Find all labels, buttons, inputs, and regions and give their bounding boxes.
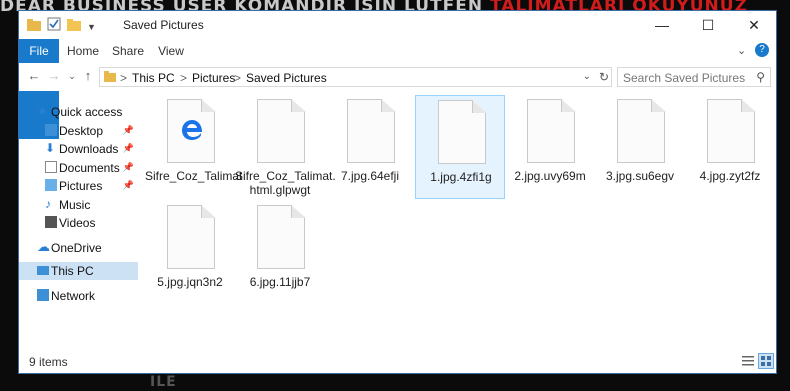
cloud-icon: ☁: [37, 239, 50, 254]
breadcrumb-separator: >: [120, 71, 128, 85]
file-item[interactable]: 3.jpg.su6egv: [595, 99, 685, 199]
details-view-icon[interactable]: [741, 354, 755, 368]
item-count: 9 items: [29, 355, 68, 369]
maximize-button[interactable]: ☐: [685, 11, 731, 39]
tab-home[interactable]: Home: [63, 39, 103, 63]
file-item[interactable]: 7.jpg.64efji: [325, 99, 415, 199]
computer-icon: [37, 266, 49, 275]
edge-icon: [179, 117, 205, 143]
large-icons-view-icon[interactable]: [758, 353, 774, 369]
nav-network[interactable]: Network: [19, 287, 138, 305]
star-icon: ★: [37, 104, 48, 118]
pin-icon[interactable]: 📌: [123, 143, 134, 154]
document-icon: [45, 161, 57, 173]
pin-icon[interactable]: 📌: [123, 162, 134, 173]
file-item[interactable]: 5.jpg.jqn3n2: [145, 205, 235, 305]
file-name: Sifre_Coz_Talimat: [145, 169, 243, 183]
navigation-pane: ★ Quick access Desktop 📌 ⬇ Downloads 📌 D…: [19, 91, 138, 351]
up-button[interactable]: ↑: [79, 68, 97, 83]
video-icon: [45, 216, 57, 228]
nav-item-videos[interactable]: Videos: [19, 214, 138, 232]
file-list: Sifre_Coz_Talimat Sifre_Coz_Talimat. htm…: [139, 91, 776, 351]
file-item[interactable]: Sifre_Coz_Talimat: [145, 99, 243, 199]
picture-icon: [45, 179, 57, 191]
file-name: 2.jpg.uvy69m: [514, 169, 586, 183]
expand-ribbon-icon[interactable]: ⌄: [737, 44, 746, 57]
close-button[interactable]: ✕: [731, 11, 777, 39]
network-icon: [37, 289, 49, 301]
breadcrumb-pictures[interactable]: Pictures: [192, 71, 235, 85]
back-button[interactable]: ←: [25, 68, 43, 83]
file-name: 6.jpg.11jjb7: [249, 275, 311, 289]
search-icon: ⚲: [756, 70, 765, 84]
pin-icon[interactable]: 📌: [123, 125, 134, 136]
tab-share[interactable]: Share: [107, 39, 149, 63]
file-name: Sifre_Coz_Talimat. html.glpwgt: [235, 169, 336, 197]
desktop-icon: [45, 124, 57, 136]
ribbon: File Home Share View ⌄ ?: [19, 39, 776, 139]
file-item[interactable]: Sifre_Coz_Talimat. html.glpwgt: [235, 99, 336, 199]
new-folder-icon[interactable]: [67, 18, 81, 36]
breadcrumb-saved-pictures[interactable]: Saved Pictures: [246, 71, 327, 85]
file-name: 4.jpg.zyt2fz: [699, 169, 761, 183]
nav-item-downloads[interactable]: ⬇ Downloads 📌: [19, 140, 138, 158]
file-name: 7.jpg.64efji: [340, 169, 400, 183]
explorer-window: ▼ Saved Pictures — ☐ ✕ File Home Share V…: [18, 10, 777, 374]
address-dropdown-icon[interactable]: ⌄: [583, 71, 591, 82]
window-title: Saved Pictures: [123, 18, 204, 32]
file-name: 1.jpg.4zfi1g: [430, 170, 492, 184]
file-item[interactable]: 4.jpg.zyt2fz: [685, 99, 775, 199]
music-icon: ♪: [45, 197, 51, 211]
file-item[interactable]: 1.jpg.4zfi1g: [415, 95, 505, 199]
file-item[interactable]: 2.jpg.uvy69m: [505, 99, 595, 199]
nav-onedrive[interactable]: ☁ OneDrive: [19, 239, 138, 257]
status-bar: 9 items: [19, 351, 776, 373]
pin-icon[interactable]: 📌: [123, 180, 134, 191]
file-item[interactable]: 6.jpg.11jjb7: [235, 205, 325, 305]
address-bar[interactable]: > This PC > Pictures > Saved Pictures ⌄: [99, 67, 612, 87]
properties-icon[interactable]: [47, 17, 61, 36]
nav-item-pictures[interactable]: Pictures 📌: [19, 177, 138, 195]
nav-item-documents[interactable]: Documents 📌: [19, 159, 138, 177]
download-icon: ⬇: [45, 141, 56, 155]
nav-this-pc[interactable]: This PC: [19, 262, 138, 280]
minimize-button[interactable]: —: [639, 11, 685, 39]
nav-item-desktop[interactable]: Desktop 📌: [19, 122, 138, 140]
file-name: 3.jpg.su6egv: [605, 169, 675, 183]
nav-item-music[interactable]: ♪ Music: [19, 196, 138, 214]
refresh-button[interactable]: ↻: [596, 67, 612, 87]
breadcrumb-separator: >: [234, 71, 242, 85]
search-input[interactable]: Search Saved Pictures ⚲: [617, 67, 771, 87]
folder-icon: [27, 18, 41, 36]
background-text-line2: ILE: [150, 374, 177, 390]
tab-view[interactable]: View: [151, 39, 191, 63]
title-bar: ▼ Saved Pictures — ☐ ✕: [19, 11, 776, 39]
file-name: 5.jpg.jqn3n2: [157, 275, 223, 289]
nav-quick-access[interactable]: ★ Quick access: [19, 103, 138, 121]
breadcrumb-separator: >: [180, 71, 188, 85]
breadcrumb-this-pc[interactable]: This PC: [132, 71, 175, 85]
help-icon[interactable]: ?: [755, 43, 769, 57]
forward-button[interactable]: →: [45, 68, 63, 83]
location-folder-icon: [104, 71, 116, 86]
customize-toolbar-icon[interactable]: ▼: [87, 22, 96, 32]
address-row: ← → ⌄ ↑ > This PC > Pictures > Saved Pic…: [19, 63, 776, 91]
